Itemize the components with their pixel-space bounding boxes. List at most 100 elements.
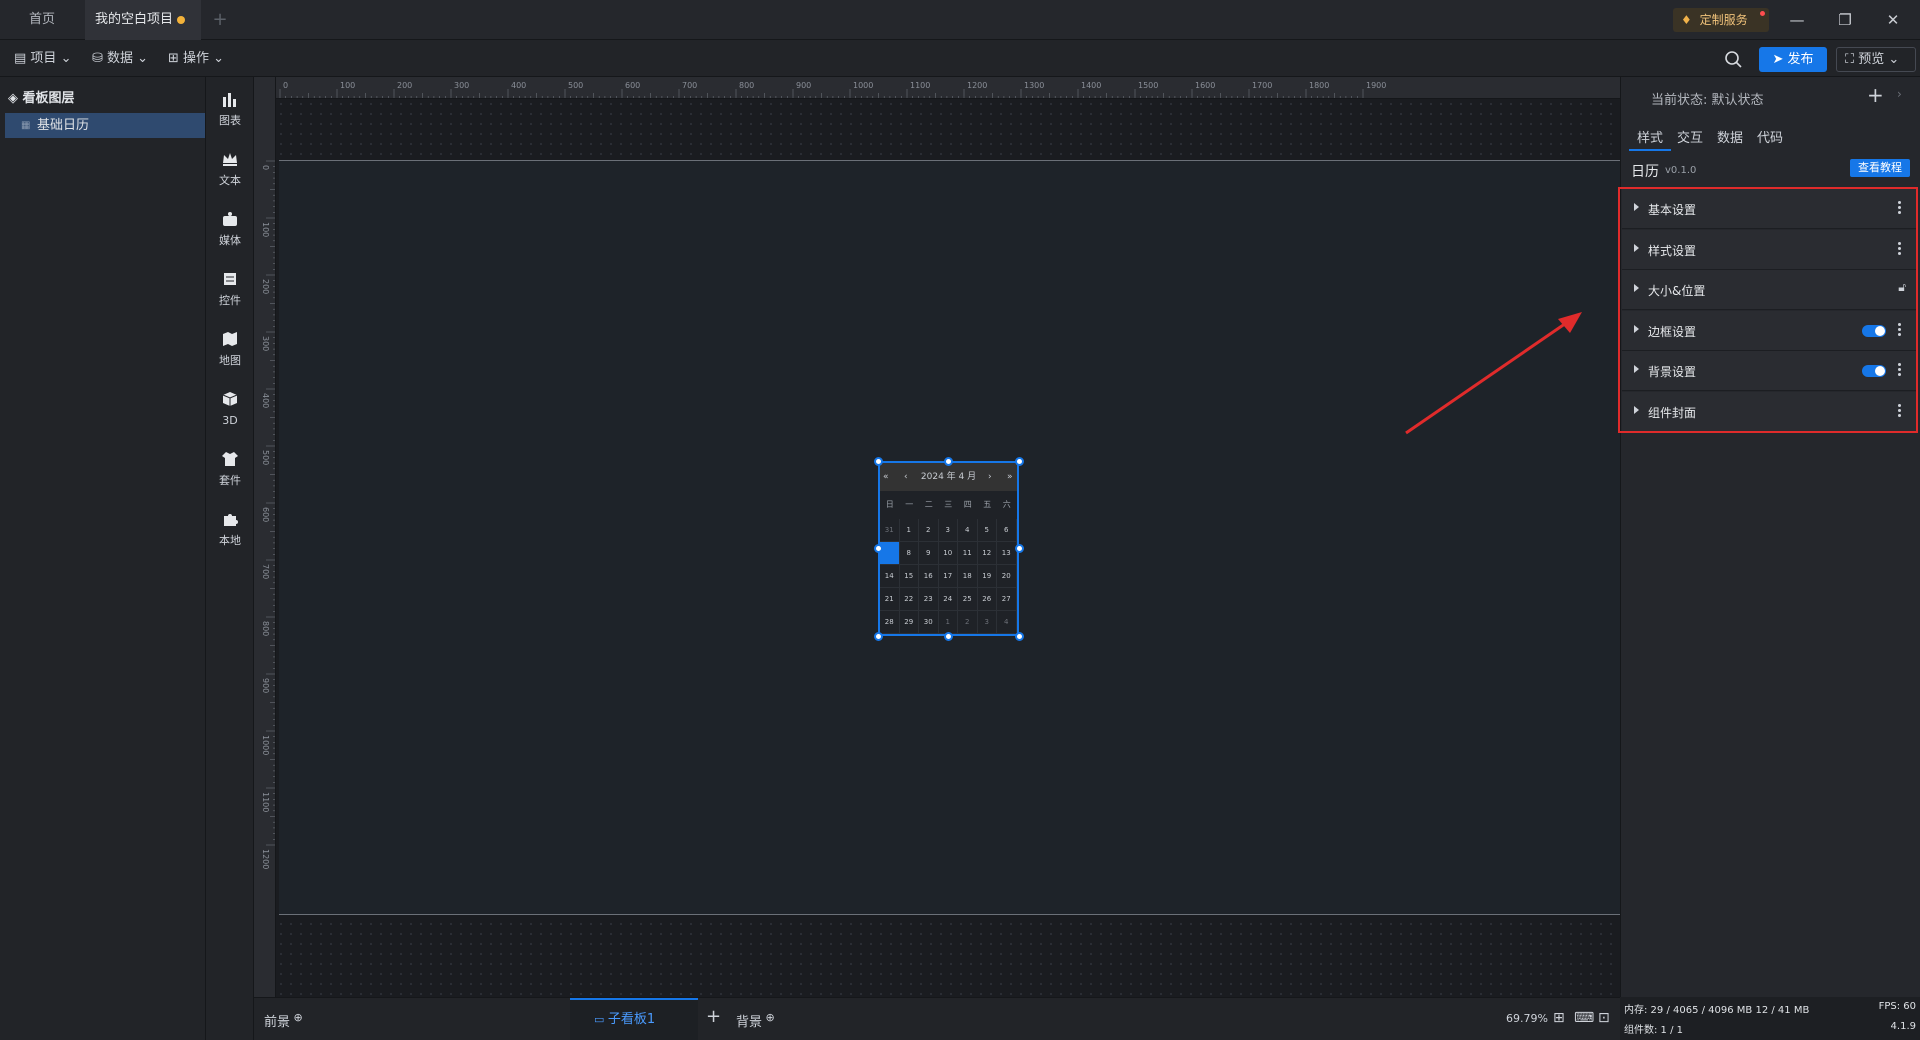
calendar-day[interactable]: 19 <box>977 565 997 588</box>
calendar-title: 2024 年 4 月 <box>920 472 977 482</box>
preview-button[interactable]: ⛶ 预览 ⌄ <box>1836 47 1916 72</box>
tab-style[interactable]: 样式 <box>1637 127 1663 146</box>
chevron-right-icon[interactable]: › <box>1897 87 1902 101</box>
calendar-day[interactable]: 15 <box>899 565 919 588</box>
calendar-day[interactable]: 3 <box>977 611 997 634</box>
calendar-day[interactable]: 25 <box>958 588 978 611</box>
calendar-day[interactable]: 17 <box>938 565 958 588</box>
resize-handle-b[interactable] <box>944 632 953 641</box>
menu-project-label: 项目 <box>30 51 57 66</box>
calendar-day[interactable]: 14 <box>880 565 900 588</box>
add-board-button[interactable]: + <box>706 1006 721 1027</box>
publish-button[interactable]: ➤ 发布 <box>1759 47 1827 72</box>
diamond-icon: ♦ <box>1681 13 1692 27</box>
fit-screen-icon[interactable]: ⊞ <box>1553 1010 1565 1026</box>
resize-handle-l[interactable] <box>874 544 883 553</box>
tab-code[interactable]: 代码 <box>1757 127 1783 146</box>
bottom-bar: 前景 ⊕ ▭ 子看板1 + 背景 ⊕ 69.79% ⊞ ⌨ ⊡ <box>254 997 1620 1040</box>
calendar-day[interactable]: 16 <box>919 565 939 588</box>
component-media[interactable]: 媒体 <box>206 205 254 255</box>
calendar-day[interactable]: 4 <box>997 611 1017 634</box>
calendar-day[interactable]: 28 <box>880 611 900 634</box>
component-chart[interactable]: 图表 <box>206 85 254 135</box>
tab-foreground[interactable]: 前景 ⊕ <box>264 1011 303 1030</box>
component-control[interactable]: 控件 <box>206 265 254 315</box>
calendar-day[interactable]: 13 <box>997 542 1017 565</box>
tab-sub-board[interactable]: ▭ 子看板1 <box>570 998 698 1040</box>
calendar-day[interactable]: 26 <box>977 588 997 611</box>
calendar-day[interactable]: 1 <box>899 519 919 542</box>
tab-background[interactable]: 背景 ⊕ <box>736 1011 775 1030</box>
component-3d[interactable]: 3D <box>206 385 254 435</box>
view-tutorial-button[interactable]: 查看教程 <box>1850 159 1910 177</box>
resize-handle-t[interactable] <box>944 457 953 466</box>
close-button[interactable]: ✕ <box>1870 0 1916 40</box>
ruler-label: 1000 <box>853 81 873 90</box>
next-year-button[interactable]: » <box>1007 463 1013 491</box>
weekday-label: 三 <box>944 500 953 509</box>
ruler-label: 700 <box>261 564 270 579</box>
calendar-weekdays: 日一二三四五六 <box>880 499 1017 510</box>
terminal-icon[interactable]: ⊡ <box>1598 1010 1610 1026</box>
maximize-button[interactable]: ❐ <box>1822 0 1868 40</box>
ruler-label: 1900 <box>1366 81 1386 90</box>
menu-data[interactable]: ⛁ 数据 ⌄ <box>92 48 148 70</box>
add-circle-icon[interactable]: ⊕ <box>762 1011 775 1024</box>
calendar-day[interactable]: 11 <box>958 542 978 565</box>
weekday-label: 四 <box>963 500 972 509</box>
add-circle-icon[interactable]: ⊕ <box>290 1011 303 1024</box>
calendar-day[interactable] <box>880 542 900 565</box>
resize-handle-br[interactable] <box>1015 632 1024 641</box>
ruler-label: 700 <box>682 81 697 90</box>
calendar-day[interactable]: 21 <box>880 588 900 611</box>
resize-handle-tr[interactable] <box>1015 457 1024 466</box>
add-state-button[interactable]: + <box>1867 83 1884 107</box>
component-local[interactable]: 本地 <box>206 505 254 555</box>
calendar-day[interactable]: 29 <box>899 611 919 634</box>
layer-item[interactable]: ▦ 基础日历 <box>5 113 205 138</box>
calendar-day[interactable]: 9 <box>919 542 939 565</box>
memory-status: 内存: 29 / 4065 / 4096 MB 12 / 41 MB <box>1624 1005 1810 1016</box>
resize-handle-tl[interactable] <box>874 457 883 466</box>
menu-project[interactable]: ▤ 项目 ⌄ <box>14 48 71 70</box>
component-map[interactable]: 地图 <box>206 325 254 375</box>
calendar-day[interactable]: 10 <box>938 542 958 565</box>
calendar-day[interactable]: 18 <box>958 565 978 588</box>
custom-service-button[interactable]: ♦ 定制服务 <box>1673 8 1769 32</box>
add-tab-button[interactable]: + <box>206 0 234 40</box>
tab-data[interactable]: 数据 <box>1717 127 1743 146</box>
calendar-day[interactable]: 12 <box>977 542 997 565</box>
calendar-day[interactable]: 20 <box>997 565 1017 588</box>
resize-handle-r[interactable] <box>1015 544 1024 553</box>
minimize-button[interactable]: — <box>1774 0 1820 40</box>
calendar-widget[interactable]: « ‹ 2024 年 4 月 › » 日一二三四五六 31 1 2 3 4 5 6 8 9 10 1… <box>878 461 1019 636</box>
calendar-day[interactable]: 6 <box>997 519 1017 542</box>
calendar-day[interactable]: 30 <box>919 611 939 634</box>
tab-project[interactable]: 我的空白项目 <box>85 0 201 40</box>
calendar-day[interactable]: 22 <box>899 588 919 611</box>
tab-interaction[interactable]: 交互 <box>1677 127 1703 146</box>
current-state-label: 当前状态: 默认状态 <box>1651 93 1764 108</box>
calendar-day[interactable]: 4 <box>958 519 978 542</box>
calendar-day[interactable]: 24 <box>938 588 958 611</box>
calendar-day[interactable]: 8 <box>899 542 919 565</box>
calendar-day[interactable]: 2 <box>958 611 978 634</box>
component-text[interactable]: 文本 <box>206 145 254 195</box>
calendar-day[interactable]: 23 <box>919 588 939 611</box>
tab-home[interactable]: 首页 <box>0 0 84 40</box>
calendar-day[interactable]: 2 <box>919 519 939 542</box>
calendar-day[interactable]: 27 <box>997 588 1017 611</box>
search-button[interactable] <box>1720 46 1746 72</box>
component-kit[interactable]: 套件 <box>206 445 254 495</box>
highlight-box <box>1618 187 1918 433</box>
calendar-day[interactable]: 3 <box>938 519 958 542</box>
calendar-day[interactable]: 1 <box>938 611 958 634</box>
zoom-level[interactable]: 69.79% <box>1506 1012 1548 1025</box>
fullscreen-icon: ⛶ <box>1845 52 1859 67</box>
calendar-day[interactable]: 31 <box>880 519 900 542</box>
calendar-day[interactable]: 5 <box>977 519 997 542</box>
keyboard-icon[interactable]: ⌨ <box>1574 1010 1594 1026</box>
menu-operate[interactable]: ⊞ 操作 ⌄ <box>168 48 224 70</box>
next-month-button[interactable]: › <box>988 463 992 491</box>
resize-handle-bl[interactable] <box>874 632 883 641</box>
